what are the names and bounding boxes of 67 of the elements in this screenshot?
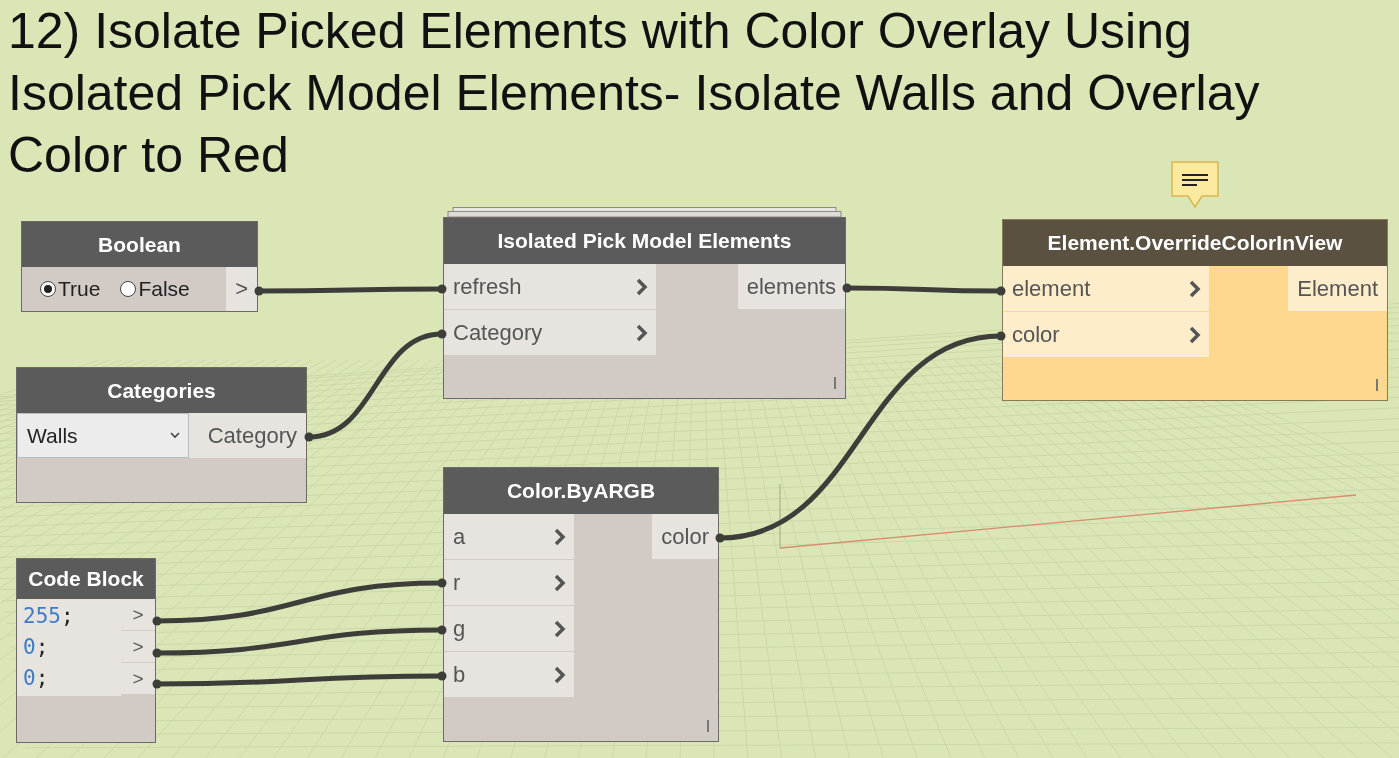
output-port[interactable]: > <box>121 631 155 662</box>
category-dropdown[interactable]: Walls <box>17 413 189 458</box>
node-title: Categories <box>17 368 306 413</box>
node-title: Color.ByARGB <box>444 468 718 514</box>
node-title: Boolean <box>22 222 257 267</box>
z-axis-line <box>779 483 781 549</box>
output-port[interactable]: Element <box>1288 266 1387 311</box>
node-title: Isolated Pick Model Elements <box>444 218 845 264</box>
node-card[interactable]: Categories Walls Category <box>16 367 307 503</box>
node-card[interactable]: Element.OverrideColorInView element color Element <box>1002 219 1388 401</box>
input-port[interactable]: element <box>1003 266 1209 311</box>
chevron-icon <box>554 527 566 546</box>
chevron-icon <box>554 573 566 592</box>
input-port[interactable]: b <box>444 652 574 697</box>
radio-label: True <box>58 277 101 301</box>
output-port[interactable]: color <box>652 514 718 559</box>
node-card[interactable]: Isolated Pick Model Elements refresh Category elements <box>443 217 846 399</box>
chevron-icon <box>636 277 648 296</box>
wire[interactable] <box>152 625 447 658</box>
wire[interactable] <box>152 578 447 626</box>
port-label: b <box>453 661 466 688</box>
chevron-icon <box>1189 279 1201 298</box>
output-port[interactable]: > <box>121 663 155 694</box>
wire[interactable] <box>842 283 1006 296</box>
output-port[interactable]: elements <box>737 264 845 309</box>
input-port[interactable]: refresh <box>444 264 656 309</box>
dropdown-value: Walls <box>27 423 78 448</box>
code-line: 0; <box>23 634 50 661</box>
port-label: r <box>453 569 461 596</box>
code-line: 255; <box>23 603 75 630</box>
note-icon[interactable] <box>1171 161 1219 211</box>
wire[interactable] <box>715 331 1006 543</box>
node-card[interactable]: Boolean True False > <box>21 221 258 312</box>
radio-button[interactable] <box>40 281 56 297</box>
radio-label: False <box>138 277 190 301</box>
input-port[interactable]: color <box>1003 312 1209 357</box>
output-port[interactable]: > <box>226 267 257 311</box>
wire[interactable] <box>254 284 447 296</box>
wire[interactable] <box>304 329 447 442</box>
port-label: color <box>1012 321 1060 348</box>
code-line: 0; <box>23 665 50 692</box>
output-port[interactable]: > <box>121 599 155 630</box>
port-label: element <box>1012 275 1091 302</box>
chevron-icon <box>554 665 566 684</box>
radio-option[interactable]: True <box>40 277 101 301</box>
port-label: Category <box>453 319 543 346</box>
port-label: g <box>453 615 466 642</box>
chevron-icon <box>1189 325 1201 344</box>
output-port[interactable]: Category <box>189 413 306 458</box>
code-editor[interactable]: 255; 0; 0; <box>17 599 121 696</box>
input-port[interactable]: a <box>444 514 574 559</box>
chevron-icon <box>554 619 566 638</box>
node-card[interactable]: Color.ByARGB a r g b color <box>443 467 719 742</box>
port-label: a <box>453 523 466 550</box>
input-port[interactable]: r <box>444 560 574 605</box>
wire[interactable] <box>152 671 447 689</box>
node-title: Element.OverrideColorInView <box>1003 220 1387 266</box>
chevron-icon <box>636 323 648 342</box>
radio-option[interactable]: False <box>120 277 190 301</box>
chevron-down-icon <box>170 432 180 439</box>
radio-button[interactable] <box>120 281 137 297</box>
page-title: 12) Isolate Picked Elements with Color Overlay Using Isolated Pick Model Elements- Isolate Walls and Overlay Color to Red <box>7 2 1261 185</box>
node-card[interactable]: Code Block 255; 0; 0; > > > <box>16 558 156 743</box>
input-port[interactable]: g <box>444 606 574 651</box>
node-title: Code Block <box>17 559 155 599</box>
port-label: refresh <box>453 273 522 300</box>
input-port[interactable]: Category <box>444 310 656 355</box>
